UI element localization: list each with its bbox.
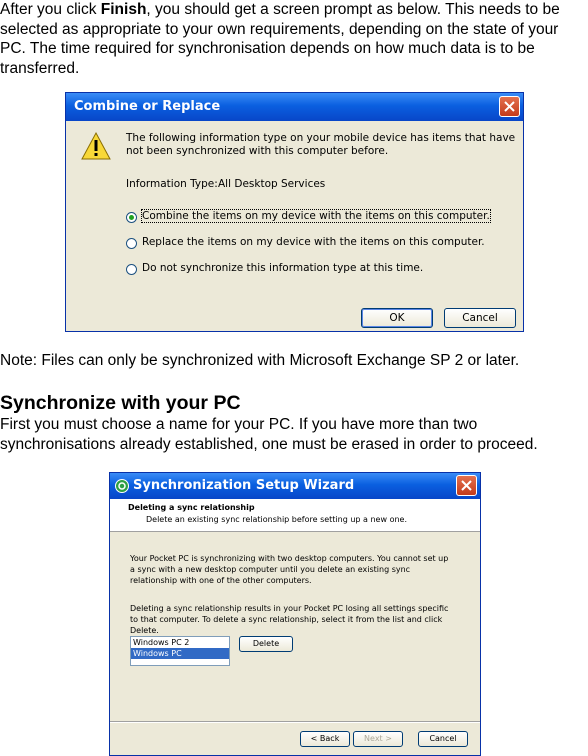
list-item[interactable]: Windows PC [131, 648, 229, 659]
wizard-title: Synchronization Setup Wizard [133, 478, 355, 493]
warning-icon [81, 131, 111, 160]
separator [110, 721, 480, 723]
section-heading: Synchronize with your PC [0, 392, 241, 414]
section-body: First you must choose a name for your PC… [0, 416, 538, 453]
finish-keyword: Finish [100, 1, 147, 18]
next-button[interactable]: Next > [353, 731, 403, 747]
wizard-header-subtitle: Delete an existing sync relationship bef… [146, 515, 407, 524]
sync-relationship-list[interactable]: Windows PC 2 Windows PC [130, 636, 230, 666]
close-icon[interactable] [499, 96, 520, 117]
wizard-header: Deleting a sync relationship Delete an e… [110, 499, 480, 532]
intro-paragraph: After you click Finish, you should get a… [0, 0, 588, 78]
list-item[interactable]: Windows PC 2 [131, 637, 229, 648]
option-replace-label[interactable]: Replace the items on my device with the … [142, 236, 485, 248]
info-type-value: All Desktop Services [218, 178, 326, 190]
radio-combine[interactable] [126, 212, 137, 223]
ok-button[interactable]: OK [361, 308, 433, 328]
wizard-body-2: Deleting a sync relationship results in … [130, 604, 449, 635]
note-text: Note: Files can only be synchronized wit… [0, 352, 520, 369]
wizard-titlebar[interactable]: Synchronization Setup Wizard [110, 473, 480, 499]
option-combine-label[interactable]: Combine the items on my device with the … [141, 209, 491, 223]
dialog-message: The following information type on your m… [126, 132, 516, 157]
combine-or-replace-dialog: Combine or Replace The following informa… [65, 92, 524, 332]
option-do-not-sync-label[interactable]: Do not synchronize this information type… [142, 262, 423, 274]
cancel-button[interactable]: Cancel [444, 308, 516, 328]
wizard-body-1: Your Pocket PC is synchronizing with two… [130, 554, 449, 585]
back-button[interactable]: < Back [300, 731, 350, 747]
radio-replace[interactable] [126, 238, 137, 249]
delete-button[interactable]: Delete [239, 636, 293, 652]
info-type-label: Information Type: [126, 178, 218, 190]
wizard-header-title: Deleting a sync relationship [128, 503, 255, 512]
close-icon[interactable] [456, 475, 477, 496]
cancel-button[interactable]: Cancel [418, 731, 468, 747]
dialog-titlebar[interactable]: Combine or Replace [66, 93, 523, 121]
sync-setup-wizard-dialog: Synchronization Setup Wizard Deleting a … [109, 472, 481, 756]
intro-text: After you click [0, 1, 101, 18]
activesync-icon [115, 479, 129, 493]
radio-do-not-sync[interactable] [126, 264, 137, 275]
dialog-title: Combine or Replace [74, 99, 221, 114]
